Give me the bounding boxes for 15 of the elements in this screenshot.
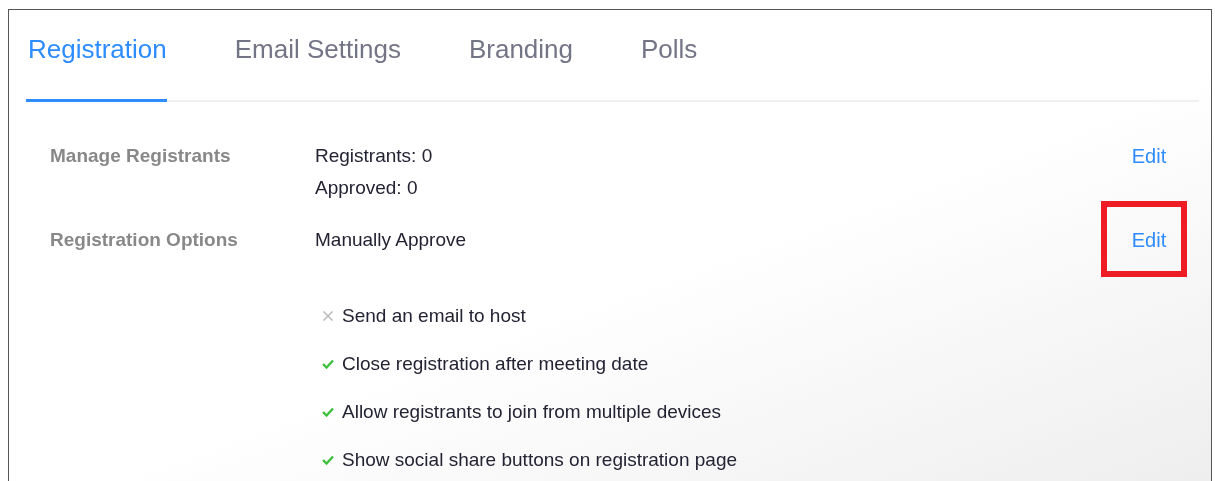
edit-link[interactable]: Edit	[1131, 140, 1167, 172]
option-text: Show social share buttons on registration page	[342, 448, 738, 472]
row-label: Registration Options	[50, 228, 239, 252]
row-label: Manage Registrants	[50, 144, 232, 168]
tab[interactable]: Registration	[26, 10, 167, 102]
option-text: Send an email to host	[342, 304, 526, 328]
tab[interactable]: Branding	[468, 10, 573, 102]
row-value: Manually Approve	[315, 228, 468, 252]
option-text: Allow registrants to join from multiple devices	[342, 400, 722, 424]
option-text: Close registration after meeting date	[342, 352, 649, 376]
row-value: Registrants: 0	[315, 144, 434, 168]
row-value: Approved: 0	[315, 176, 419, 200]
edit-link[interactable]: Edit	[1131, 224, 1167, 256]
tab[interactable]: Email Settings	[234, 10, 401, 102]
tab[interactable]: Polls	[641, 10, 698, 102]
